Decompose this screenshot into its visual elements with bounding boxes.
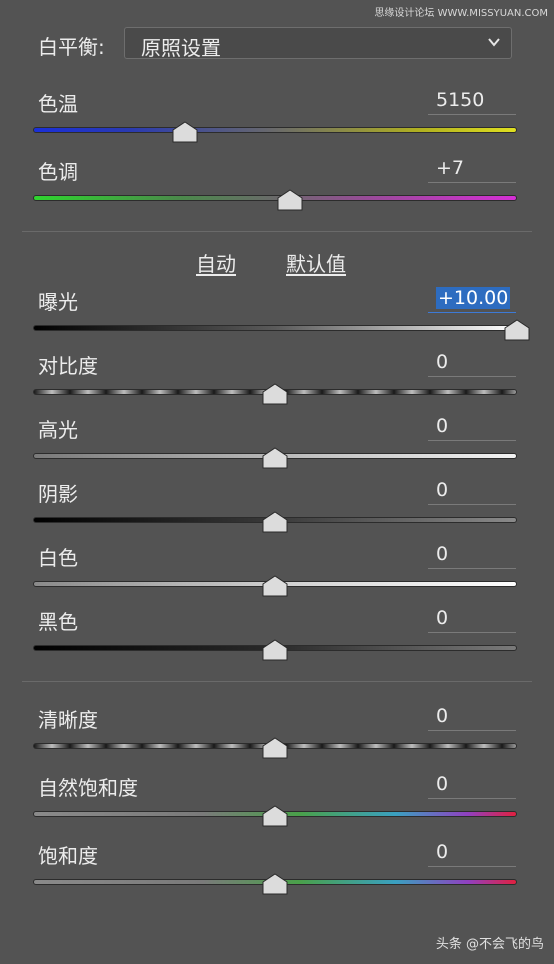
tint-slider-thumb[interactable]	[277, 189, 303, 211]
section-divider	[22, 681, 532, 682]
footer-credit: 头条 @不会飞的鸟	[435, 937, 544, 952]
temperature-value-field[interactable]: 5150	[428, 87, 516, 115]
saturation-slider-thumb[interactable]	[262, 873, 288, 895]
exposure-value: +10.00	[436, 287, 511, 309]
white-balance-value: 原照设置	[141, 36, 221, 60]
blacks-label: 黑色	[38, 610, 78, 634]
auto-button[interactable]: 自动	[196, 248, 236, 277]
chevron-down-icon	[488, 38, 500, 47]
contrast-slider-thumb[interactable]	[262, 383, 288, 405]
saturation-value-field[interactable]: 0	[428, 839, 516, 867]
highlights-value-field[interactable]: 0	[428, 413, 516, 441]
clarity-value: 0	[436, 705, 449, 727]
clarity-value-field[interactable]: 0	[428, 703, 516, 731]
vibrance-slider-thumb[interactable]	[262, 805, 288, 827]
white-balance-select[interactable]: 原照设置	[124, 27, 512, 60]
contrast-value-field[interactable]: 0	[428, 349, 516, 377]
vibrance-value-field[interactable]: 0	[428, 771, 516, 799]
vibrance-value: 0	[436, 773, 449, 795]
highlights-value: 0	[436, 415, 449, 437]
contrast-value: 0	[436, 351, 449, 373]
contrast-label: 对比度	[38, 354, 98, 378]
exposure-label: 曝光	[38, 290, 78, 314]
blacks-slider-thumb[interactable]	[262, 639, 288, 661]
shadows-value-field[interactable]: 0	[428, 477, 516, 505]
blacks-value: 0	[436, 607, 449, 629]
shadows-label: 阴影	[38, 482, 78, 506]
shadows-value: 0	[436, 479, 449, 501]
shadows-slider-thumb[interactable]	[262, 511, 288, 533]
highlights-label: 高光	[38, 418, 78, 442]
temperature-slider-thumb[interactable]	[172, 121, 198, 143]
exposure-slider-track[interactable]	[33, 325, 517, 331]
highlights-slider-thumb[interactable]	[262, 447, 288, 469]
temperature-label: 色温	[38, 92, 78, 116]
saturation-value: 0	[436, 841, 449, 863]
section-divider	[22, 231, 532, 232]
blacks-value-field[interactable]: 0	[428, 605, 516, 633]
tint-value: +7	[436, 157, 465, 179]
watermark: 思缘设计论坛 WWW.MISSYUAN.COM	[374, 8, 548, 19]
vibrance-label: 自然饱和度	[38, 776, 138, 800]
tint-slider-track[interactable]	[33, 195, 517, 201]
tint-value-field[interactable]: +7	[428, 155, 516, 183]
exposure-value-field[interactable]: +10.00	[428, 285, 516, 313]
white-balance-label: 白平衡:	[38, 35, 105, 59]
default-button[interactable]: 默认值	[286, 248, 346, 277]
whites-value: 0	[436, 543, 449, 565]
temperature-slider-track[interactable]	[33, 127, 517, 133]
whites-slider-thumb[interactable]	[262, 575, 288, 597]
saturation-label: 饱和度	[38, 844, 98, 868]
temperature-value: 5150	[436, 89, 485, 111]
exposure-slider-thumb[interactable]	[504, 319, 530, 341]
clarity-slider-thumb[interactable]	[262, 737, 288, 759]
clarity-label: 清晰度	[38, 708, 98, 732]
whites-value-field[interactable]: 0	[428, 541, 516, 569]
tint-label: 色调	[38, 160, 78, 184]
whites-label: 白色	[38, 546, 78, 570]
